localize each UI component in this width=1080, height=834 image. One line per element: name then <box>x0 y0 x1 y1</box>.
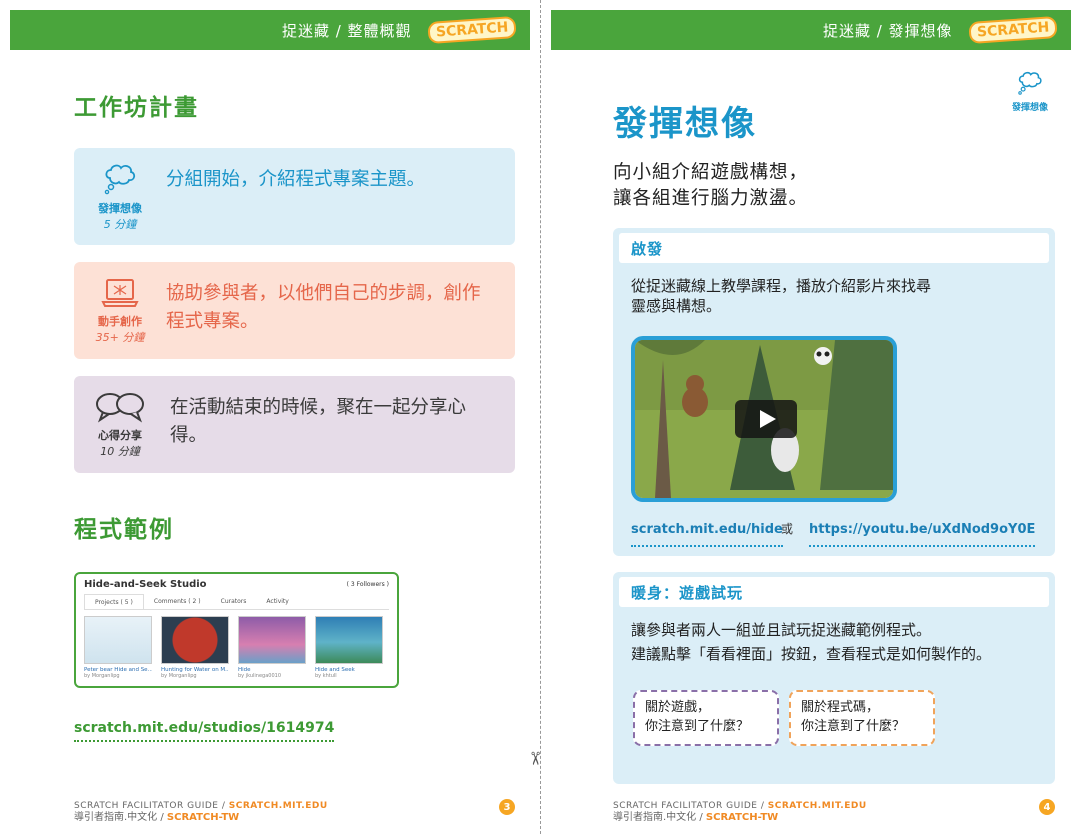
project-thumbnails: Peter bear Hide and Se... by Morganlipg … <box>76 610 397 679</box>
card-aside: 心得分享 10 分鐘 <box>74 376 166 473</box>
project-author: by jkulinega0010 <box>238 673 282 679</box>
footer: SCRATCH FACILITATOR GUIDE / SCRATCH.MIT.… <box>74 800 328 824</box>
tab-activity: Activity <box>266 598 289 605</box>
left-page: 捉迷藏 / 整體概觀 SCRATCH 工作坊計畫 發揮想像 5 分鐘 分組開始，… <box>0 0 540 834</box>
project-card: Hide and Seek by khtull <box>315 616 383 679</box>
studio-header: Hide-and-Seek Studio ( 3 Followers ) <box>76 574 397 594</box>
card-text: 在活動結束的時候，聚在一起分享心得。 <box>170 397 467 446</box>
or-text: 或 <box>781 522 794 536</box>
intro-line: 向小組介紹遊戲構想， <box>613 162 809 183</box>
studio-screenshot: Hide-and-Seek Studio ( 3 Followers ) Pro… <box>74 572 399 688</box>
breadcrumb: 捉迷藏 / 發揮想像 <box>822 21 953 40</box>
warmup-line: 建議點擊「看看裡面」按鈕，查看程式是如何製作的。 <box>631 645 992 663</box>
card-imagine: 發揮想像 5 分鐘 分組開始，介紹程式專案主題。 <box>74 148 515 245</box>
video-player[interactable] <box>631 336 897 502</box>
warmup-tag: 暖身：遊戲試玩 <box>619 577 1049 607</box>
workshop-title: 工作坊計畫 <box>74 95 199 121</box>
warmup-panel: 暖身：遊戲試玩 讓參與者兩人一組並且試玩捉迷藏範例程式。 建議點擊「看看裡面」按… <box>613 572 1055 784</box>
footer-site: SCRATCH.MIT.EDU <box>767 801 867 811</box>
warmup-text: 讓參與者兩人一組並且試玩捉迷藏範例程式。 建議點擊「看看裡面」按鈕，查看程式是如… <box>631 618 991 666</box>
project-thumbnail <box>238 616 306 664</box>
footer-site: SCRATCH.MIT.EDU <box>228 801 328 811</box>
studio-link[interactable]: scratch.mit.edu/studios/1614974 <box>74 720 335 742</box>
project-thumbnail <box>315 616 383 664</box>
tab-comments: Comments ( 2 ) <box>153 598 201 605</box>
speech-bubbles-icon <box>96 392 144 423</box>
footer-guide-zh: 導引者指南.中文化 / <box>74 812 167 823</box>
project-author: by Morganlipg <box>161 673 197 679</box>
inspire-text: 從捉迷藏線上教學課程，播放介紹影片來找尋 靈感與構想。 <box>631 276 931 316</box>
tab-curators: Curators <box>220 598 247 605</box>
youtube-link[interactable]: https://youtu.be/uXdNod9oY0E <box>809 522 1036 547</box>
card-text: 協助參與者，以他們自己的步調，創作程式專案。 <box>166 283 481 332</box>
project-card: Hide by jkulinega0010 <box>238 616 306 679</box>
scratch-logo: SCRATCH <box>967 15 1058 45</box>
studio-followers: ( 3 Followers ) <box>346 580 389 588</box>
laptop-icon <box>101 278 139 307</box>
project-author: by khtull <box>315 673 337 679</box>
project-thumbnail <box>84 616 152 664</box>
examples-title: 程式範例 <box>74 517 174 543</box>
card-duration: 5 分鐘 <box>103 217 137 231</box>
tab-projects: Projects ( 5 ) <box>84 594 144 609</box>
card-aside: 動手創作 35+ 分鐘 <box>74 262 166 359</box>
warmup-line: 讓參與者兩人一組並且試玩捉迷藏範例程式。 <box>631 621 932 639</box>
stage-badge: 發揮想像 <box>1007 70 1053 113</box>
scratch-logo: SCRATCH <box>426 15 517 45</box>
studio-tabs: Projects ( 5 ) Comments ( 2 ) Curators A… <box>84 594 389 610</box>
project-author: by Morganlipg <box>84 673 120 679</box>
stage-badge-label: 發揮想像 <box>1011 103 1048 113</box>
play-button[interactable] <box>735 400 797 438</box>
inspire-line: 從捉迷藏線上教學課程，播放介紹影片來找尋 <box>631 277 932 295</box>
thought-cloud-icon <box>1018 71 1042 95</box>
footer: SCRATCH FACILITATOR GUIDE / SCRATCH.MIT.… <box>613 800 867 824</box>
footer-tw: SCRATCH-TW <box>166 812 240 823</box>
right-page: 捉迷藏 / 發揮想像 SCRATCH 發揮想像 發揮想像 向小組介紹遊戲構想， … <box>541 0 1080 834</box>
thought-cloud-icon <box>104 164 136 194</box>
question-bubble-game: 關於遊戲， 你注意到了什麼？ <box>633 690 779 746</box>
footer-guide-zh: 導引者指南.中文化 / <box>613 812 706 823</box>
card-name: 心得分享 <box>98 428 142 442</box>
intro-text: 向小組介紹遊戲構想， 讓各組進行腦力激盪。 <box>613 160 808 212</box>
footer-tw: SCRATCH-TW <box>705 812 779 823</box>
card-aside: 發揮想像 5 分鐘 <box>74 148 166 245</box>
project-card: Peter bear Hide and Se... by Morganlipg <box>84 616 152 679</box>
project-thumbnail <box>161 616 229 664</box>
bubble-line: 你注意到了什麼？ <box>645 719 750 734</box>
header-bar: 捉迷藏 / 整體概觀 SCRATCH <box>10 10 530 50</box>
card-text: 分組開始，介紹程式專案主題。 <box>166 169 426 190</box>
intro-line: 讓各組進行腦力激盪。 <box>613 188 809 209</box>
footer-guide: SCRATCH FACILITATOR GUIDE / <box>613 801 768 811</box>
page-number: 3 <box>499 799 515 815</box>
card-name: 動手創作 <box>98 314 142 328</box>
inspire-tag: 啟發 <box>619 233 1049 263</box>
page-number: 4 <box>1039 799 1055 815</box>
question-bubble-code: 關於程式碼， 你注意到了什麼？ <box>789 690 935 746</box>
page-title: 發揮想像 <box>613 104 757 144</box>
bubble-line: 關於程式碼， <box>801 700 880 715</box>
project-card: Hunting for Water on M... by Morganlipg <box>161 616 229 679</box>
footer-guide: SCRATCH FACILITATOR GUIDE / <box>74 801 229 811</box>
card-duration: 10 分鐘 <box>100 444 140 458</box>
bubble-line: 關於遊戲， <box>645 700 711 715</box>
bubble-line: 你注意到了什麼？ <box>801 719 906 734</box>
card-duration: 35+ 分鐘 <box>95 330 145 344</box>
header-bar: 捉迷藏 / 發揮想像 SCRATCH <box>551 10 1071 50</box>
inspire-panel: 啟發 從捉迷藏線上教學課程，播放介紹影片來找尋 靈感與構想。 scratch.m… <box>613 228 1055 556</box>
inspire-line: 靈感與構想。 <box>631 297 722 315</box>
card-name: 發揮想像 <box>98 201 142 215</box>
studio-title: Hide-and-Seek Studio <box>84 578 207 590</box>
breadcrumb: 捉迷藏 / 整體概觀 <box>281 21 412 40</box>
card-create: 動手創作 35+ 分鐘 協助參與者，以他們自己的步調，創作程式專案。 <box>74 262 515 359</box>
card-share: 心得分享 10 分鐘 在活動結束的時候，聚在一起分享心得。 <box>74 376 515 473</box>
hide-link[interactable]: scratch.mit.edu/hide <box>631 522 783 547</box>
